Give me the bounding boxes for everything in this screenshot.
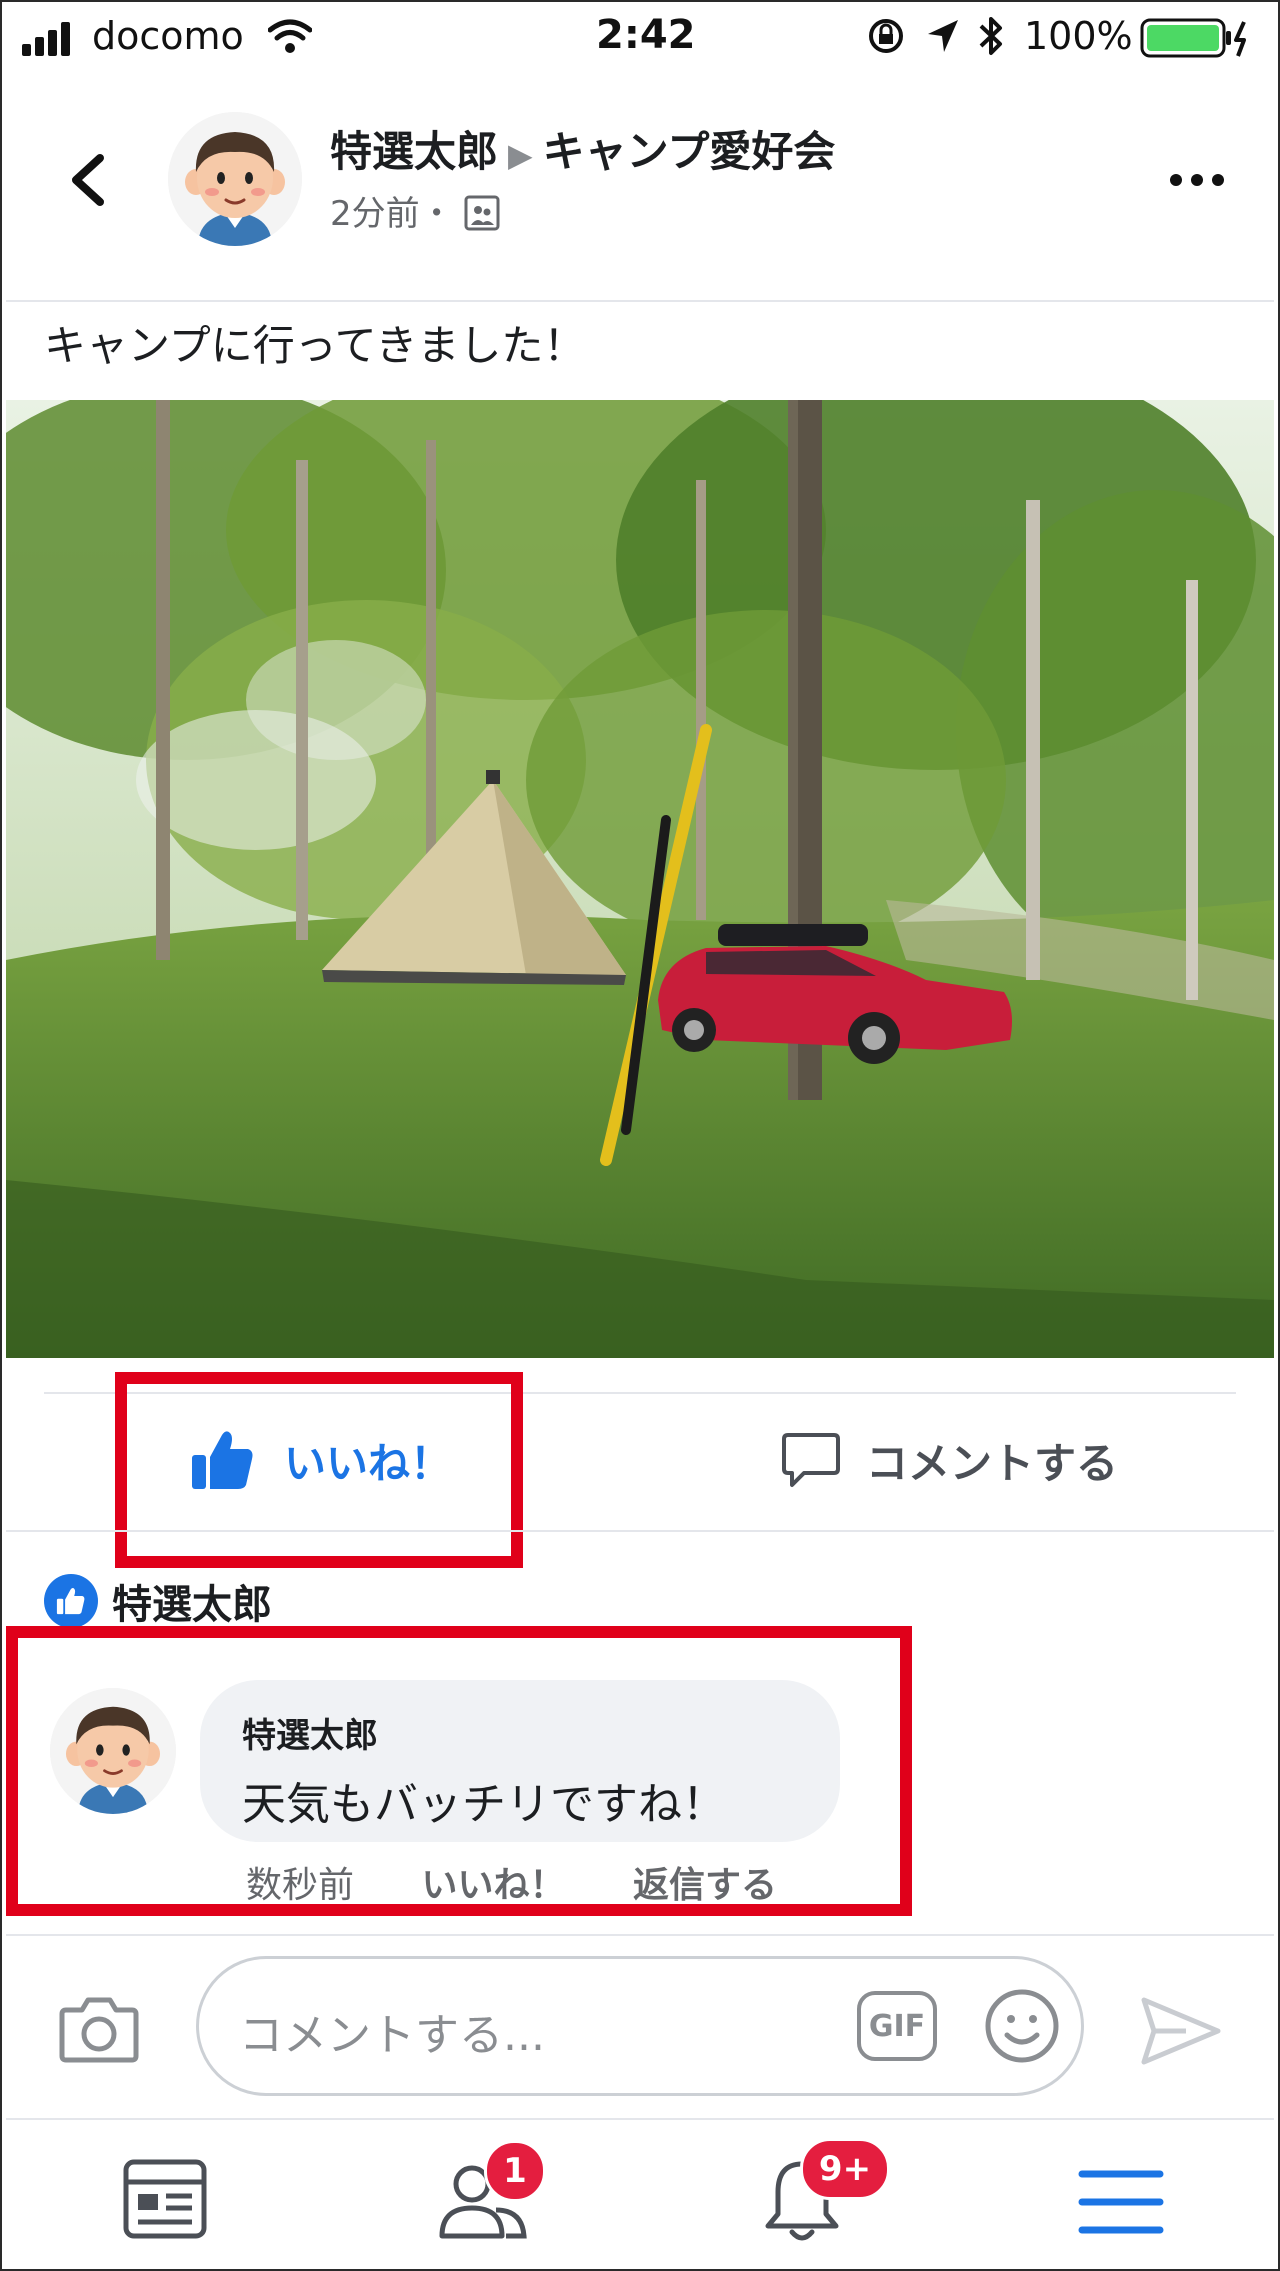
clock: 2:42	[596, 12, 696, 58]
more-options-button[interactable]	[1162, 150, 1232, 210]
battery-percent: 100%	[1024, 14, 1133, 58]
comment-input[interactable]: コメントする... GIF	[196, 1956, 1084, 2096]
notifications-badge: 9+	[800, 2138, 890, 2200]
comment-input-placeholder: コメントする...	[239, 2010, 545, 2061]
send-button[interactable]	[1136, 1986, 1226, 2076]
comment-bubble-icon	[782, 1433, 840, 1487]
tabbar-divider	[6, 2118, 1274, 2120]
actions-divider	[6, 1530, 1274, 1532]
like-reaction-icon	[44, 1574, 98, 1628]
person-illustration	[168, 112, 302, 246]
bluetooth-icon	[979, 17, 1002, 55]
meta-separator: ・	[419, 194, 454, 234]
post-meta: 2分前・	[330, 186, 500, 235]
camera-button[interactable]	[56, 1986, 142, 2072]
news-feed-icon	[123, 2159, 207, 2239]
location-icon	[928, 20, 958, 52]
wifi-icon	[268, 19, 312, 53]
signal-icon	[22, 22, 70, 56]
tab-notifications[interactable]: 9+	[758, 2138, 890, 2250]
reaction-summary[interactable]: 特選太郎	[44, 1572, 272, 1630]
post-author-line: 特選太郎 ▶ キャンプ愛好会	[330, 118, 835, 179]
group-name[interactable]: キャンプ愛好会	[543, 127, 836, 176]
highlight-like-button	[115, 1372, 523, 1568]
orientation-lock-icon	[869, 19, 903, 53]
tab-menu[interactable]	[1066, 2150, 1176, 2250]
arrow-right-icon: ▶	[508, 136, 533, 174]
friends-badge: 1	[484, 2140, 546, 2202]
tab-news-feed[interactable]	[112, 2150, 222, 2250]
author-avatar[interactable]	[168, 112, 302, 246]
comment-button[interactable]: コメントする	[780, 1420, 1118, 1500]
post-photo[interactable]	[6, 400, 1274, 1358]
tab-friends[interactable]: 1	[434, 2140, 546, 2250]
emoji-button[interactable]	[981, 1985, 1063, 2067]
group-privacy-icon	[464, 195, 500, 231]
gif-button[interactable]: GIF	[857, 1991, 937, 2061]
composer-divider	[6, 1934, 1274, 1936]
hamburger-menu-icon	[1078, 2170, 1164, 2234]
back-button[interactable]	[60, 150, 120, 210]
highlight-comment	[6, 1626, 912, 1916]
status-bar: docomo 2:42 100%	[0, 0, 1280, 78]
liker-name: 特選太郎	[112, 1582, 272, 1628]
post-time[interactable]: 2分前	[330, 194, 420, 234]
header-divider	[6, 300, 1274, 302]
author-name[interactable]: 特選太郎	[330, 127, 498, 176]
battery-icon	[1140, 18, 1246, 58]
carrier-name: docomo	[92, 14, 244, 58]
camping-scene-image	[6, 400, 1274, 1358]
comment-button-label: コメントする	[866, 1438, 1119, 1488]
post-text: キャンプに行ってきました！	[44, 321, 586, 370]
